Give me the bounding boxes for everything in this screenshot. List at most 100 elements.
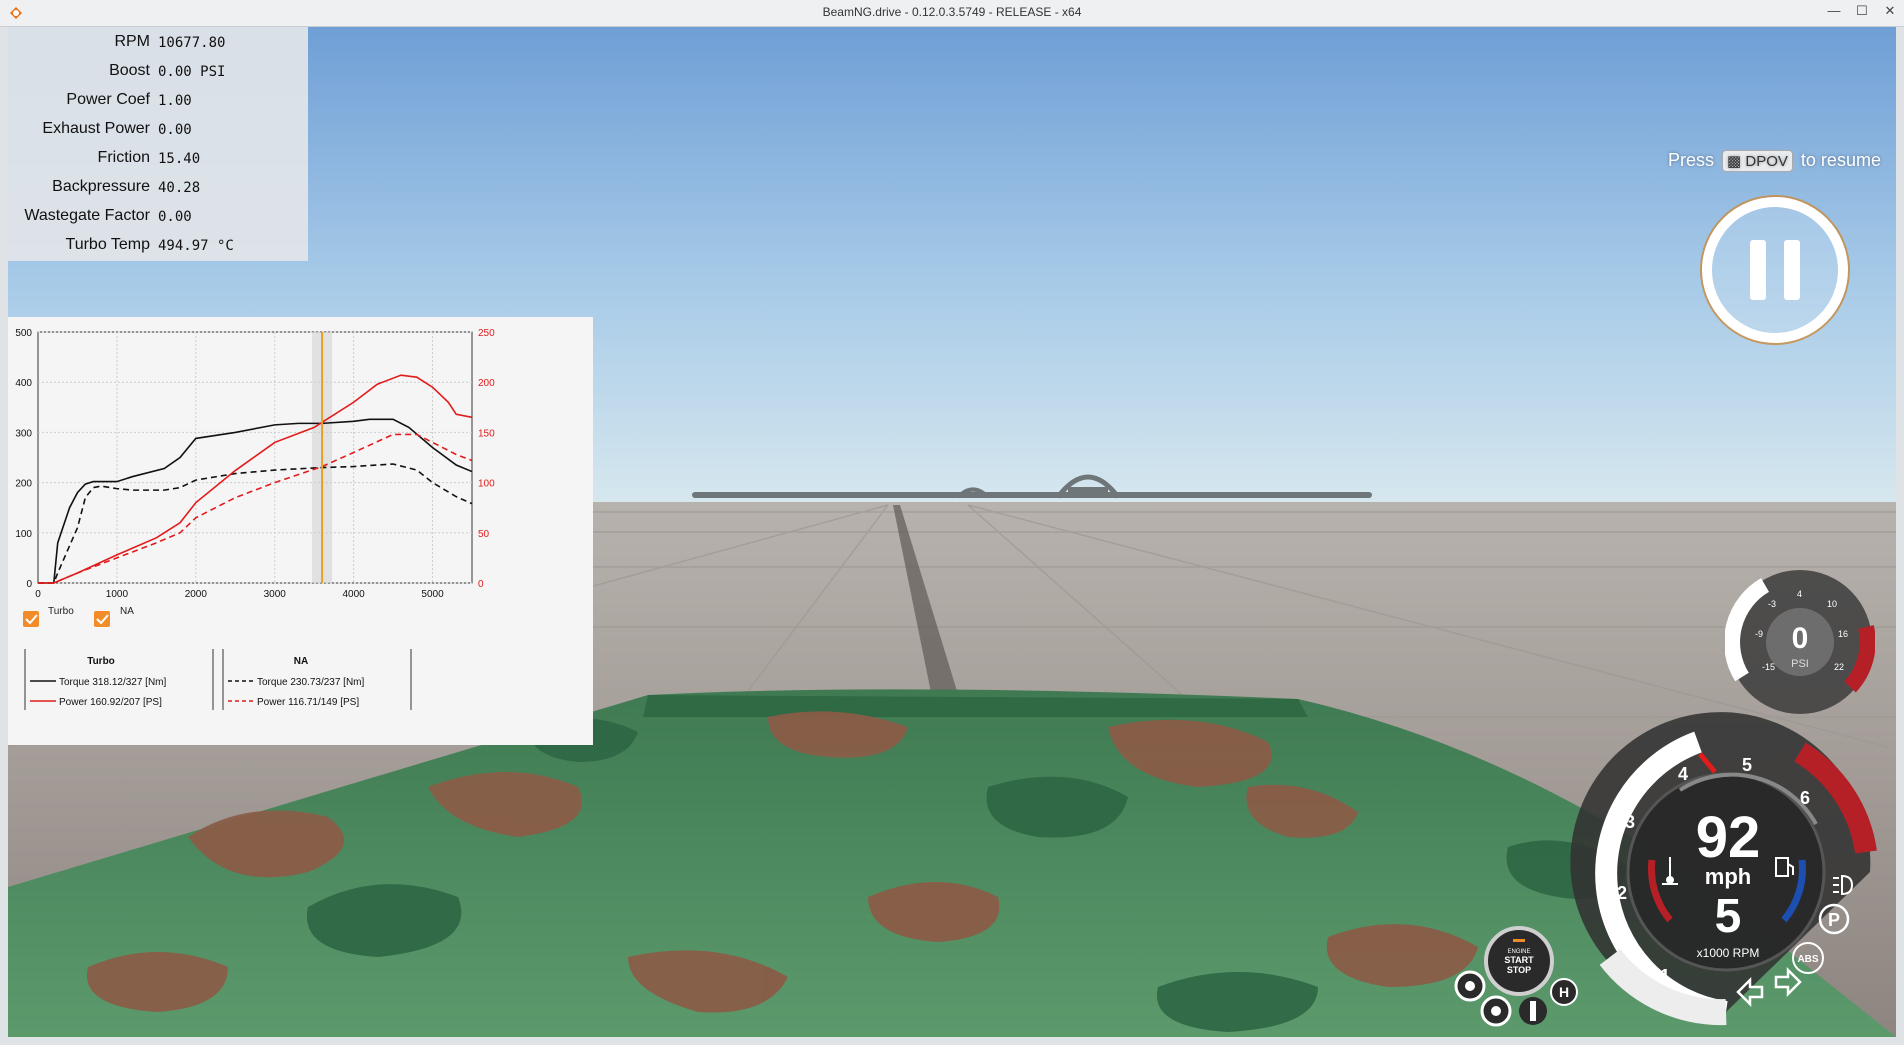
- debug-value-friction: 15.40: [158, 151, 201, 167]
- y-left-tick-label: 500: [15, 328, 32, 339]
- legend-turbo-power: Power 160.92/207 [PS]: [59, 697, 162, 708]
- gear-value: 5: [1715, 890, 1742, 943]
- rpm-tick: 6: [1800, 788, 1810, 808]
- turbo-debug-panel: RPM 10677.80 Boost 0.00 PSI Power Coef 1…: [8, 27, 308, 261]
- resume-press-text: Press: [1668, 150, 1715, 170]
- torque-power-chart-panel: 1000 2000 3000 4000 5000 0 0 100 200 300 400 500 0 50…: [8, 317, 593, 745]
- debug-row: Turbo Temp 494.97 °C: [8, 231, 308, 260]
- debug-label-power-coef: Power Coef: [66, 91, 150, 108]
- speed-unit: mph: [1705, 864, 1751, 889]
- debug-row: Friction 15.40: [8, 144, 308, 173]
- boost-tick: 16: [1838, 629, 1848, 639]
- rpm-tick: 2: [1617, 883, 1627, 903]
- x-tick-label: 2000: [185, 589, 208, 600]
- y-left-tick-label: 200: [15, 479, 32, 490]
- toggle-turbo-checkbox[interactable]: [23, 611, 39, 627]
- legend-na-torque: Torque 230.73/237 [Nm]: [257, 677, 365, 688]
- window-titlebar: BeamNG.drive - 0.12.0.3.5749 - RELEASE -…: [0, 0, 1904, 27]
- gamepad-icon: ▩: [1727, 153, 1742, 170]
- debug-row: Wastegate Factor 0.00: [8, 202, 308, 231]
- dpov-key-badge: ▩ DPOV: [1722, 150, 1793, 172]
- plot-area: [37, 331, 473, 584]
- x-tick-label: 1000: [106, 589, 129, 600]
- traction-control-icon: [1519, 997, 1547, 1025]
- debug-value-rpm: 10677.80: [158, 35, 226, 51]
- turn-right-icon: [1774, 966, 1802, 998]
- torque-power-chart: 1000 2000 3000 4000 500000100200300400500050…: [15, 328, 495, 710]
- y-left-tick-label: 300: [15, 428, 32, 439]
- rpm-tick: 3: [1625, 812, 1635, 832]
- boost-tick: -3: [1768, 599, 1776, 609]
- debug-row: RPM 10677.80: [8, 28, 308, 57]
- legend-na-power: Power 116.71/149 [PS]: [257, 697, 359, 708]
- y-right-tick-label: 50: [478, 529, 490, 540]
- rpm-tick: 5: [1742, 755, 1752, 775]
- close-button[interactable]: ✕: [1876, 0, 1904, 24]
- legend-turbo-title: Turbo: [87, 656, 115, 667]
- debug-row: Boost 0.00 PSI: [8, 57, 308, 86]
- rpm-tick: 1: [1660, 966, 1670, 986]
- y-left-tick-label: 100: [15, 529, 32, 540]
- window-title: BeamNG.drive - 0.12.0.3.5749 - RELEASE -…: [822, 5, 1082, 19]
- tire-icon: [1480, 995, 1512, 1027]
- debug-row: Backpressure 40.28: [8, 173, 308, 202]
- y-right-tick-label: 200: [478, 378, 495, 389]
- debug-label-exhaust-power: Exhaust Power: [42, 120, 150, 137]
- boost-tick: -15: [1762, 662, 1775, 672]
- debug-label-backpressure: Backpressure: [52, 178, 150, 195]
- speed-value: 92: [1696, 805, 1761, 870]
- boost-tick: 10: [1827, 599, 1837, 609]
- pause-resume-button[interactable]: [1695, 190, 1855, 350]
- debug-value-exhaust-power: 0.00: [158, 122, 192, 138]
- x-tick-label: 3000: [264, 589, 287, 600]
- y-right-tick-label: 150: [478, 428, 495, 439]
- toggle-na-checkbox[interactable]: [94, 611, 110, 627]
- pause-icon: [1750, 240, 1766, 300]
- debug-row: Exhaust Power 0.00: [8, 115, 308, 144]
- resume-suffix-text: to resume: [1800, 150, 1881, 170]
- legend-na-title: NA: [294, 656, 308, 667]
- debug-row: Power Coef 1.00: [8, 86, 308, 115]
- minimize-button[interactable]: —: [1820, 0, 1848, 24]
- maximize-button[interactable]: ☐: [1848, 0, 1876, 24]
- toggle-na-label: NA: [120, 606, 134, 617]
- dashboard-cluster: 1 2 3 4 5 6 92 mph 5 x1000 RPM P ABS: [1570, 712, 1877, 1026]
- y-right-tick-label: 250: [478, 328, 495, 339]
- x-tick-label: 5000: [421, 589, 444, 600]
- debug-value-power-coef: 1.00: [158, 93, 192, 109]
- start-stop-button[interactable]: ENGINE START STOP: [1483, 925, 1555, 997]
- debug-value-backpressure: 40.28: [158, 180, 201, 196]
- boost-tick: -9: [1755, 629, 1763, 639]
- y-right-tick-label: 100: [478, 479, 495, 490]
- boost-unit: PSI: [1791, 658, 1809, 670]
- parking-label: P: [1828, 910, 1840, 930]
- debug-label-wastegate-factor: Wastegate Factor: [24, 207, 150, 224]
- handbrake-h-icon: H: [1550, 978, 1578, 1006]
- x-tick-label: 4000: [343, 589, 366, 600]
- stop-label: STOP: [1507, 965, 1531, 975]
- handbrake-label: H: [1559, 984, 1569, 1000]
- start-label: START: [1504, 955, 1534, 965]
- boost-gauge: 0 PSI -3 4 10 -9 16 -15 22: [1725, 570, 1875, 714]
- y-left-tick-label: 0: [26, 579, 32, 590]
- debug-label-boost: Boost: [109, 62, 150, 79]
- boost-tick: 4: [1797, 589, 1802, 599]
- debug-label-turbo-temp: Turbo Temp: [65, 236, 150, 253]
- boost-value: 0: [1792, 622, 1809, 655]
- boost-tick: 22: [1834, 662, 1844, 672]
- abs-label: ABS: [1797, 954, 1818, 965]
- debug-value-boost: 0.00 PSI: [158, 64, 226, 80]
- y-left-tick-label: 400: [15, 378, 32, 389]
- debug-value-wastegate-factor: 0.00: [158, 209, 192, 225]
- rpm-unit: x1000 RPM: [1697, 946, 1760, 960]
- debug-value-turbo-temp: 494.97 °C: [158, 238, 234, 254]
- debug-label-friction: Friction: [97, 149, 150, 166]
- x-tick-label: 0: [35, 589, 41, 600]
- rpm-tick: 4: [1678, 764, 1688, 784]
- resume-hint: Press ▩ DPOV to resume: [1668, 150, 1881, 172]
- dpov-key-label: DPOV: [1745, 153, 1788, 170]
- y-right-tick-label: 0: [478, 579, 484, 590]
- debug-label-rpm: RPM: [114, 33, 150, 50]
- legend-turbo-torque: Torque 318.12/327 [Nm]: [59, 677, 167, 688]
- toggle-turbo-label: Turbo: [48, 606, 74, 617]
